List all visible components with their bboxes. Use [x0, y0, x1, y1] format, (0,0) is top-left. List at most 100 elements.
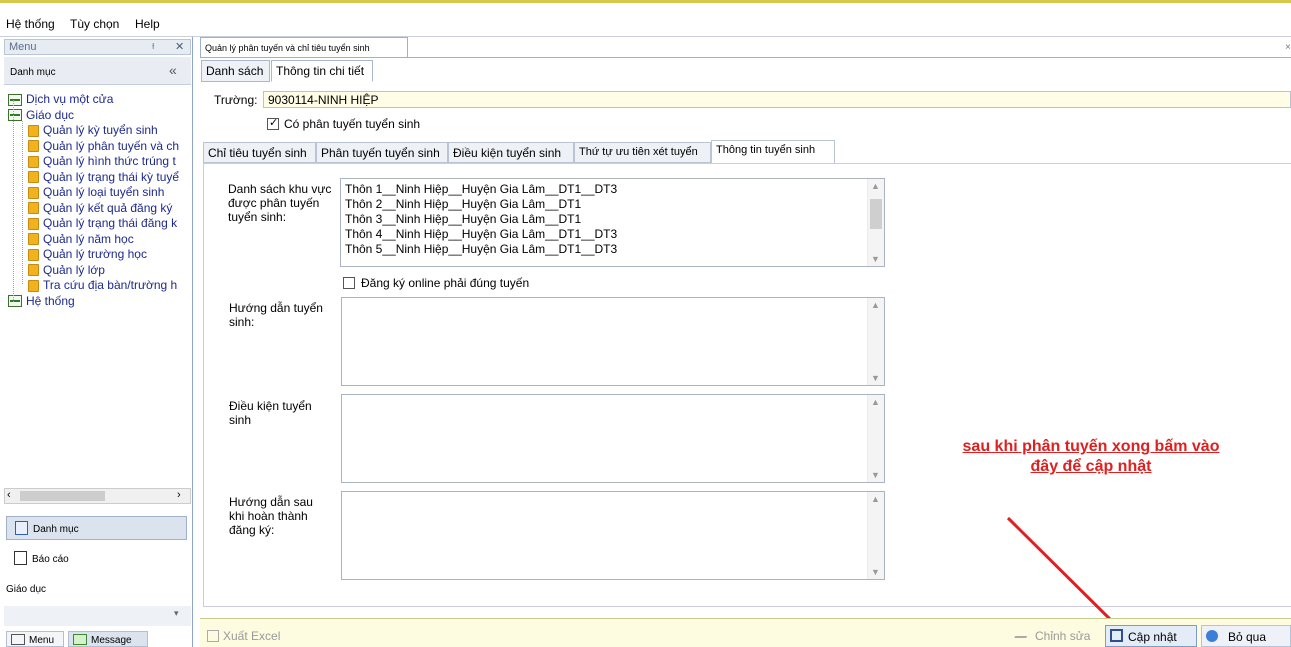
group-label: Giáo dục — [6, 584, 47, 595]
tab-menu[interactable]: Menu — [6, 631, 64, 647]
menu-icon — [11, 634, 25, 645]
tree-item[interactable]: Quản lý lớp — [28, 263, 105, 278]
khu-vuc-item[interactable]: Thôn 2__Ninh Hiệp__Huyện Gia Lâm__DT1 — [345, 197, 581, 211]
tree-item[interactable]: Quản lý trạng thái kỳ tuyể — [28, 170, 179, 185]
tab-thu-tu-label: Thứ tự ưu tiên xét tuyển — [579, 146, 698, 158]
chevron-down-icon[interactable]: ▾ — [174, 608, 179, 619]
folder-icon — [28, 140, 39, 153]
nav-bao-cao-button[interactable]: Báo cáo — [6, 547, 187, 571]
tab-thong-tin-label: Thông tin tuyển sinh — [716, 144, 816, 156]
tab-menu-label: Menu — [29, 635, 55, 646]
section-title: Danh mục — [10, 67, 56, 78]
tree-item-label: Hệ thống — [26, 293, 75, 308]
tree-item[interactable]: Tra cứu địa bàn/trường h — [28, 278, 177, 293]
scroll-right-icon[interactable]: › — [177, 489, 181, 501]
khu-vuc-item[interactable]: Thôn 4__Ninh Hiệp__Huyện Gia Lâm__DT1__D… — [345, 227, 617, 241]
tree-item[interactable]: Quản lý kết quả đăng ký — [28, 201, 172, 216]
left-navigation-panel: Menu ᵻ ✕ Danh mục « Dịch vụ một cửa Giáo … — [0, 37, 193, 647]
menu-help[interactable]: Help — [135, 17, 160, 31]
tree-item[interactable]: Quản lý kỳ tuyển sinh — [28, 123, 158, 138]
tab-phan-tuyen[interactable]: Phân tuyến tuyển sinh — [316, 142, 448, 163]
tree-item-label: Quản lý phân tuyến và ch — [43, 138, 180, 153]
cap-nhat-button[interactable]: Cập nhật — [1105, 625, 1197, 647]
navigation-tree: Dịch vụ một cửa Giáo dục Quản lý kỳ tuyển … — [4, 90, 191, 475]
menu-panel-header: Menu ᵻ ✕ — [4, 39, 191, 55]
tab-danh-sach[interactable]: Danh sách — [201, 60, 270, 82]
tab-dieu-kien[interactable]: Điều kiện tuyển sinh — [448, 142, 574, 163]
tab-message[interactable]: Message — [68, 631, 148, 647]
folder-icon — [28, 186, 39, 199]
tree-item-label: Quản lý kỳ tuyển sinh — [43, 123, 158, 137]
dieu-kien-label: Điều kiện tuyển sinh — [229, 399, 312, 427]
tree-item-label: Quản lý năm học — [43, 231, 134, 246]
scroll-down-icon[interactable]: ▼ — [871, 254, 880, 264]
folder-icon — [28, 124, 39, 137]
scrollbar-thumb[interactable] — [20, 491, 105, 501]
dieu-kien-textarea[interactable]: ▲ ▼ — [341, 394, 885, 483]
menu-he-thong[interactable]: Hệ thống — [6, 17, 55, 31]
tree-horizontal-scrollbar[interactable]: ‹ › — [4, 488, 191, 504]
huong-dan-sau-textarea[interactable]: ▲ ▼ — [341, 491, 885, 580]
bo-qua-button[interactable]: Bỏ qua — [1201, 625, 1291, 647]
grid-icon — [8, 93, 22, 106]
list-scrollbar-thumb[interactable] — [870, 199, 882, 229]
menu-tuy-chon[interactable]: Tùy chọn — [70, 17, 119, 31]
grid-icon — [8, 295, 22, 308]
tree-item-label: Quản lý lớp — [43, 262, 105, 277]
dang-ky-online-checkbox[interactable] — [343, 277, 355, 289]
folder-icon — [28, 264, 39, 277]
truong-input[interactable]: 9030114-NINH HIỆP — [263, 91, 1291, 108]
menu-panel-title: Menu — [9, 41, 37, 53]
huong-dan-sau-scrollbar[interactable]: ▲ ▼ — [867, 492, 884, 579]
tab-danh-sach-label: Danh sách — [206, 64, 264, 78]
huong-dan-textarea[interactable]: ▲ ▼ — [341, 297, 885, 386]
menu-bar: Hệ thống Tùy chọn Help — [0, 3, 1291, 37]
khu-vuc-item[interactable]: Thôn 3__Ninh Hiệp__Huyện Gia Lâm__DT1 — [345, 212, 581, 226]
tab-chi-tieu[interactable]: Chỉ tiêu tuyển sinh — [203, 142, 316, 163]
tree-item[interactable]: Giáo dục — [8, 108, 74, 123]
nav-overflow-bar[interactable]: ▾ — [4, 606, 191, 626]
khu-vuc-item[interactable]: Thôn 5__Ninh Hiệp__Huyện Gia Lâm__DT1__D… — [345, 242, 617, 256]
chinh-sua-label: Chỉnh sửa — [1035, 629, 1091, 643]
khu-vuc-item[interactable]: Thôn 1__Ninh Hiệp__Huyện Gia Lâm__DT1__D… — [345, 182, 617, 196]
document-tab-title: Quản lý phân tuyến và chỉ tiêu tuyển sin… — [205, 43, 370, 53]
tree-item-label: Quản lý trạng thái kỳ tuyể — [43, 169, 180, 184]
section-header: Danh mục « — [4, 57, 191, 85]
chinh-sua-button[interactable]: Chỉnh sửa — [1013, 625, 1101, 647]
list-scrollbar[interactable]: ▲ ▼ — [867, 179, 884, 266]
close-document-icon[interactable]: × — [1285, 42, 1291, 53]
collapse-icon[interactable]: « — [169, 62, 177, 78]
scroll-up-icon[interactable]: ▲ — [871, 181, 880, 191]
tree-item[interactable]: Quản lý năm học — [28, 232, 134, 247]
tab-thong-tin-chi-tiet[interactable]: Thông tin chi tiết — [271, 60, 373, 82]
folder-icon — [28, 248, 39, 261]
co-phan-tuyen-checkbox[interactable] — [267, 116, 279, 130]
excel-icon — [207, 630, 219, 642]
tree-item[interactable]: Quản lý trạng thái đăng k — [28, 216, 177, 231]
huong-dan-sau-label: Hướng dẫn sau khi hoàn thành đăng ký: — [229, 495, 313, 537]
scroll-left-icon[interactable]: ‹ — [7, 489, 11, 501]
pin-icon[interactable]: ᵻ — [152, 40, 154, 52]
xuat-excel-button[interactable]: Xuất Excel — [203, 625, 293, 647]
tree-item[interactable]: Quản lý trường học — [28, 247, 147, 262]
tree-item[interactable]: Hệ thống — [8, 294, 75, 309]
tab-thu-tu-uu-tien[interactable]: Thứ tự ưu tiên xét tuyển — [574, 142, 711, 163]
save-icon — [1110, 629, 1123, 642]
xuat-excel-label: Xuất Excel — [223, 629, 281, 643]
truong-value: 9030114-NINH HIỆP — [268, 93, 379, 107]
document-tab[interactable]: Quản lý phân tuyến và chỉ tiêu tuyển sin… — [200, 37, 408, 58]
folder-icon — [28, 155, 39, 168]
tree-item[interactable]: Quản lý phân tuyến và ch — [28, 139, 179, 154]
khu-vuc-list[interactable]: ▲ ▼ Thôn 1__Ninh Hiệp__Huyện Gia Lâm__DT… — [340, 178, 885, 267]
huong-dan-scrollbar[interactable]: ▲ ▼ — [867, 298, 884, 385]
bottom-tabs: Menu Message — [4, 631, 191, 647]
co-phan-tuyen-label: Có phân tuyến tuyển sinh — [284, 117, 421, 131]
tree-item-label: Quản lý hình thức trúng t — [43, 154, 176, 168]
tree-item[interactable]: Quản lý loại tuyển sinh — [28, 185, 164, 200]
tree-item[interactable]: Dịch vụ một cửa — [8, 92, 113, 107]
tree-item[interactable]: Quản lý hình thức trúng t — [28, 154, 176, 169]
close-icon[interactable]: ✕ — [175, 40, 184, 53]
nav-danh-muc-button[interactable]: Danh mục — [6, 516, 187, 540]
dieu-kien-scrollbar[interactable]: ▲ ▼ — [867, 395, 884, 482]
tab-thong-tin-tuyen-sinh[interactable]: Thông tin tuyển sinh — [711, 140, 835, 164]
